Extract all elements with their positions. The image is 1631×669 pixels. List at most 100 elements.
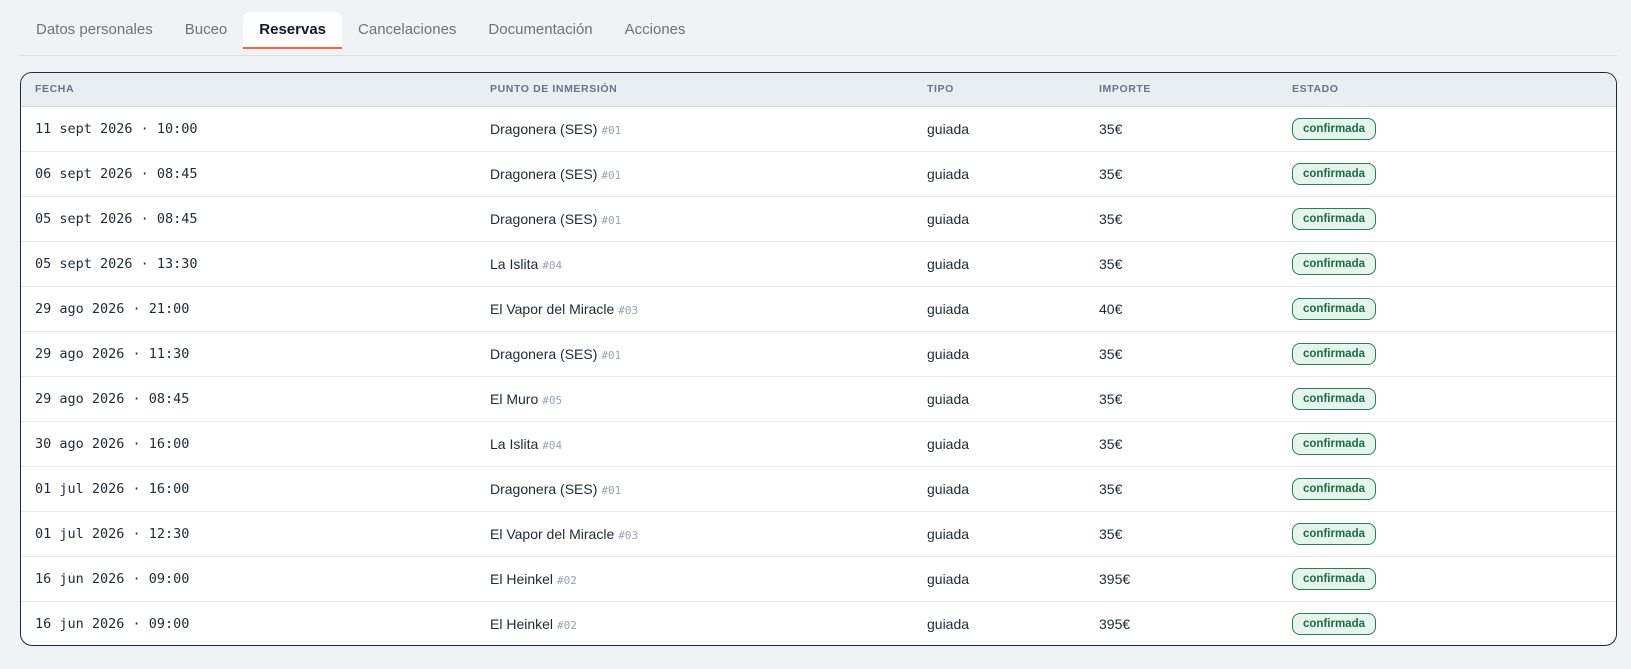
- dive-site-code: #03: [618, 303, 639, 317]
- table-row[interactable]: 16 jun 2026 · 09:00 El Heinkel #02 guiada 39…: [21, 600, 1616, 645]
- table-row[interactable]: 29 ago 2026 · 21:00 El Vapor del Miracle #…: [21, 285, 1616, 331]
- dive-site-name: El Muro: [490, 390, 539, 407]
- cell-punto: Dragonera (SES) #01: [476, 330, 913, 376]
- cell-punto: Dragonera (SES) #01: [476, 106, 913, 151]
- cell-importe: 35€: [1099, 120, 1123, 137]
- cell-fecha: 06 sept 2026 · 08:45: [21, 150, 476, 196]
- dive-site-name: La Islita: [490, 435, 539, 452]
- table-row[interactable]: 05 sept 2026 · 08:45 Dragonera (SES) #01 gu…: [21, 195, 1616, 241]
- table-row[interactable]: 16 jun 2026 · 09:00 El Heinkel #02 guiada 39…: [21, 555, 1616, 601]
- tab-buceo[interactable]: Buceo: [169, 12, 244, 47]
- cell-punto: Dragonera (SES) #01: [476, 465, 913, 511]
- cell-fecha: 16 jun 2026 · 09:00: [21, 600, 476, 645]
- status-badge: confirmada: [1292, 342, 1376, 365]
- cell-punto: Dragonera (SES) #01: [476, 150, 913, 196]
- tab-bar: Datos personales Buceo Reservas Cancelac…: [20, 12, 1617, 56]
- tab-datos-personales[interactable]: Datos personales: [20, 12, 169, 47]
- table-row[interactable]: 29 ago 2026 · 08:45 El Muro #05 guiada 35€ co…: [21, 375, 1616, 421]
- cell-fecha: 16 jun 2026 · 09:00: [21, 555, 476, 601]
- cell-tipo: guiada: [913, 375, 1085, 421]
- dive-site-name: La Islita: [490, 255, 539, 272]
- column-header-fecha[interactable]: FECHA: [21, 73, 476, 107]
- cell-importe: 40€: [1085, 285, 1278, 331]
- cell-fecha: 01 jul 2026 · 12:30: [21, 510, 476, 556]
- status-badge: confirmada: [1292, 477, 1376, 500]
- cell-tipo: guiada: [913, 555, 1085, 601]
- dive-site-name: El Heinkel: [490, 570, 554, 587]
- tab-cancelaciones[interactable]: Cancelaciones: [342, 12, 472, 47]
- cell-importe: 35€: [1085, 195, 1278, 241]
- status-badge: confirmada: [1292, 567, 1376, 590]
- dive-site-code: #03: [618, 528, 639, 542]
- cell-importe: 35€: [1085, 510, 1278, 556]
- status-badge: confirmada: [1292, 522, 1376, 545]
- dive-site-code: #01: [601, 168, 622, 182]
- cell-fecha: 29 ago 2026 · 08:45: [21, 375, 476, 421]
- dive-site-name: Dragonera (SES): [490, 120, 598, 137]
- status-badge: confirmada: [1292, 432, 1376, 455]
- status-badge: confirmada: [1292, 207, 1376, 230]
- table-row[interactable]: 30 ago 2026 · 16:00 La Islita #04 guiada 35€…: [21, 420, 1616, 466]
- cell-punto: El Vapor del Miracle #03: [476, 510, 913, 556]
- dive-site-code: #04: [542, 258, 563, 272]
- cell-punto: Dragonera (SES) #01: [476, 195, 913, 241]
- dive-site-code: #01: [601, 348, 622, 362]
- cell-estado: confirmada: [1278, 106, 1616, 151]
- cell-estado: confirmada: [1278, 375, 1616, 421]
- dive-site-code: #01: [601, 483, 622, 497]
- cell-estado: confirmada: [1278, 195, 1616, 241]
- cell-estado: confirmada: [1278, 285, 1616, 331]
- cell-punto: El Heinkel #02: [476, 600, 913, 645]
- table-header-row: FECHA PUNTO DE INMERSIÓN TIPO IMPORTE ES…: [21, 73, 1616, 107]
- dive-site-code: #01: [601, 213, 622, 227]
- cell-importe: 35€: [1085, 465, 1278, 511]
- cell-fecha: 29 ago 2026 · 21:00: [21, 285, 476, 331]
- table-row[interactable]: 29 ago 2026 · 11:30 Dragonera (SES) #01 gui…: [21, 330, 1616, 376]
- table-row[interactable]: 01 jul 2026 · 16:00 Dragonera (SES) #01 gui…: [21, 465, 1616, 511]
- tab-documentacion[interactable]: Documentación: [472, 12, 608, 47]
- cell-tipo: guiada: [913, 600, 1085, 645]
- cell-tipo: guiada: [913, 285, 1085, 331]
- cell-fecha: 29 ago 2026 · 11:30: [21, 330, 476, 376]
- status-badge: confirmada: [1292, 297, 1376, 320]
- status-badge: confirmada: [1292, 612, 1376, 635]
- cell-estado: confirmada: [1278, 555, 1616, 601]
- column-header-punto[interactable]: PUNTO DE INMERSIÓN: [476, 73, 913, 107]
- tab-reservas[interactable]: Reservas: [243, 12, 343, 49]
- status-badge: confirmada: [1292, 387, 1376, 410]
- cell-estado: confirmada: [1278, 465, 1616, 511]
- dive-site-code: #02: [557, 618, 577, 632]
- cell-tipo: guiada: [913, 240, 1085, 286]
- cell-importe: 395€: [1085, 600, 1278, 645]
- table-row[interactable]: 11 sept 2026 · 10:00 Dragonera (SES) #01 gu…: [21, 106, 1616, 151]
- tab-acciones[interactable]: Acciones: [609, 12, 702, 47]
- table-row[interactable]: 01 jul 2026 · 12:30 El Vapor del Miracle #…: [21, 510, 1616, 556]
- dive-site-name: Dragonera (SES): [490, 210, 598, 227]
- cell-fecha: 05 sept 2026 · 13:30: [21, 240, 476, 286]
- dive-site-code: #01: [601, 123, 622, 137]
- cell-punto: El Vapor del Miracle #03: [476, 285, 913, 331]
- cell-fecha: 05 sept 2026 · 08:45: [21, 195, 476, 241]
- cell-fecha: 01 jul 2026 · 16:00: [21, 465, 476, 511]
- cell-estado: confirmada: [1278, 150, 1616, 196]
- column-header-importe[interactable]: IMPORTE: [1085, 73, 1278, 107]
- cell-tipo: guiada: [913, 465, 1085, 511]
- status-badge: confirmada: [1292, 117, 1376, 140]
- table-row[interactable]: 06 sept 2026 · 08:45 Dragonera (SES) #01 gu…: [21, 150, 1616, 196]
- cell-importe: 35€: [1085, 150, 1278, 196]
- cell-estado: confirmada: [1278, 600, 1616, 645]
- cell-punto: La Islita #04: [476, 240, 913, 286]
- cell-punto: El Heinkel #02: [476, 555, 913, 601]
- table-row[interactable]: 05 sept 2026 · 13:30 La Islita #04 guiada 35…: [21, 240, 1616, 286]
- dive-site-name: Dragonera (SES): [490, 480, 598, 497]
- cell-importe: 35€: [1085, 330, 1278, 376]
- cell-estado: confirmada: [1278, 330, 1616, 376]
- cell-tipo: guiada: [913, 195, 1085, 241]
- dive-site-name: Dragonera (SES): [490, 165, 598, 182]
- dive-site-name: Dragonera (SES): [490, 345, 598, 362]
- column-header-tipo[interactable]: TIPO: [913, 73, 1085, 107]
- column-header-estado[interactable]: ESTADO: [1278, 73, 1616, 107]
- reservations-card: FECHA PUNTO DE INMERSIÓN TIPO IMPORTE ES…: [20, 72, 1617, 646]
- cell-estado: confirmada: [1278, 510, 1616, 556]
- cell-estado: confirmada: [1278, 240, 1616, 286]
